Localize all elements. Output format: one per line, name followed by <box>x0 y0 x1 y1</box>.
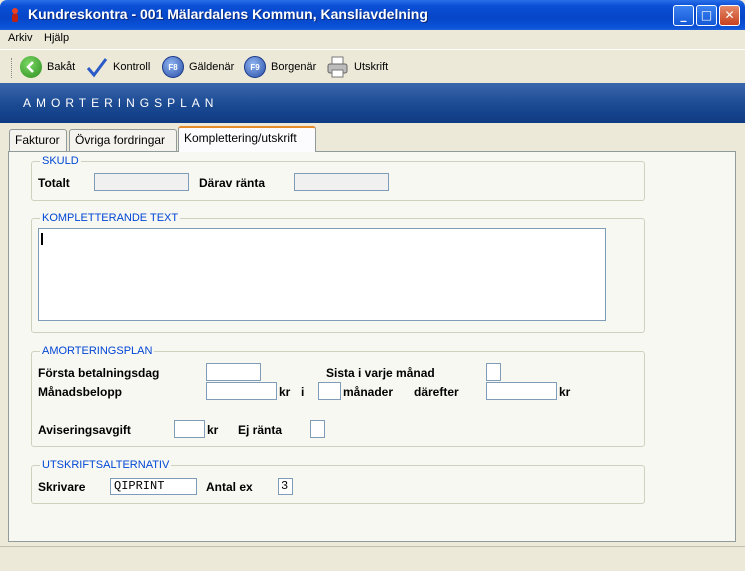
borgenar-label: Borgenär <box>271 61 317 73</box>
tab-fakturor[interactable]: Fakturor <box>9 129 67 151</box>
forsta-betalningsdag-label: Första betalningsdag <box>38 366 160 380</box>
kontroll-label: Kontroll <box>113 61 151 73</box>
darefter-label: därefter <box>414 385 459 399</box>
borgenar-button[interactable]: F9 Borgenär <box>244 54 316 80</box>
f8-key-label: F8 <box>168 62 178 72</box>
utskriftsalternativ-legend: UTSKRIFTSALTERNATIV <box>40 459 172 471</box>
skrivare-input[interactable]: QIPRINT <box>110 478 197 495</box>
manadsbelopp-input[interactable] <box>206 382 277 400</box>
galdenar-label: Gäldenär <box>189 61 235 73</box>
antal-ex-label: Antal ex <box>206 480 253 494</box>
utskrift-label: Utskrift <box>354 61 389 73</box>
kompletterande-text-area[interactable] <box>38 228 606 321</box>
toolbar: Bakåt Kontroll F8 Gäldenär F9 Borgenär U… <box>0 49 745 84</box>
totalt-field <box>94 173 189 191</box>
f9-key-icon: F9 <box>244 56 266 78</box>
menu-bar: Arkiv Hjälp <box>0 30 745 48</box>
text-cursor <box>41 233 43 245</box>
tab-ovriga-fordringar[interactable]: Övriga fordringar <box>69 129 177 151</box>
printer-icon <box>327 56 348 78</box>
menu-arkiv[interactable]: Arkiv <box>8 32 32 44</box>
kompletterande-text-legend: KOMPLETTERANDE TEXT <box>40 212 181 224</box>
galdenar-button[interactable]: F8 Gäldenär <box>162 54 234 80</box>
close-button[interactable]: ✕ <box>719 5 740 26</box>
maximize-button[interactable]: □ <box>696 5 717 26</box>
totalt-label: Totalt <box>38 176 70 190</box>
back-label: Bakåt <box>47 61 76 73</box>
page-title: AMORTERINGSPLAN <box>23 96 219 110</box>
checkmark-icon <box>86 58 108 78</box>
aviseringsavgift-input[interactable] <box>174 420 205 438</box>
kr-label-1: kr <box>279 385 291 399</box>
darav-ranta-label: Därav ränta <box>199 176 266 190</box>
minimize-icon: _ <box>680 8 687 22</box>
tab-komplettering-utskrift[interactable]: Komplettering/utskrift <box>178 126 316 152</box>
antal-ex-input[interactable]: 3 <box>278 478 293 495</box>
back-arrow-icon <box>20 56 42 78</box>
manader-label: månader <box>343 385 394 399</box>
status-bar <box>0 546 745 571</box>
sista-i-varje-manad-checkbox[interactable] <box>486 363 501 381</box>
skrivare-label: Skrivare <box>38 480 86 494</box>
app-icon <box>12 8 18 22</box>
i-label: i <box>301 385 305 399</box>
antal-manader-input[interactable] <box>318 382 341 400</box>
skuld-legend: SKULD <box>40 155 81 167</box>
minimize-button[interactable]: _ <box>673 5 694 26</box>
kr-label-2: kr <box>559 385 571 399</box>
darav-ranta-field <box>294 173 389 191</box>
kr-label-3: kr <box>207 423 219 437</box>
toolbar-grip[interactable] <box>11 58 15 78</box>
sista-i-varje-manad-label: Sista i varje månad <box>326 366 435 380</box>
kontroll-button[interactable]: Kontroll <box>86 54 150 80</box>
darefter-input[interactable] <box>486 382 557 400</box>
aviseringsavgift-label: Aviseringsavgift <box>38 423 131 437</box>
amorteringsplan-legend: AMORTERINGSPLAN <box>40 345 155 357</box>
ej-ranta-checkbox[interactable] <box>310 420 325 438</box>
manadsbelopp-label: Månadsbelopp <box>38 385 123 399</box>
back-button[interactable]: Bakåt <box>20 54 75 80</box>
maximize-icon: □ <box>700 8 713 22</box>
window-title: Kundreskontra - 001 Mälardalens Kommun, … <box>28 6 428 22</box>
ej-ranta-label: Ej ränta <box>238 423 283 437</box>
f8-key-icon: F8 <box>162 56 184 78</box>
utskrift-button[interactable]: Utskrift <box>326 54 388 80</box>
close-icon: ✕ <box>724 8 735 22</box>
forsta-betalningsdag-input[interactable] <box>206 363 261 381</box>
menu-hjalp[interactable]: Hjälp <box>44 32 69 44</box>
f9-key-label: F9 <box>250 62 260 72</box>
